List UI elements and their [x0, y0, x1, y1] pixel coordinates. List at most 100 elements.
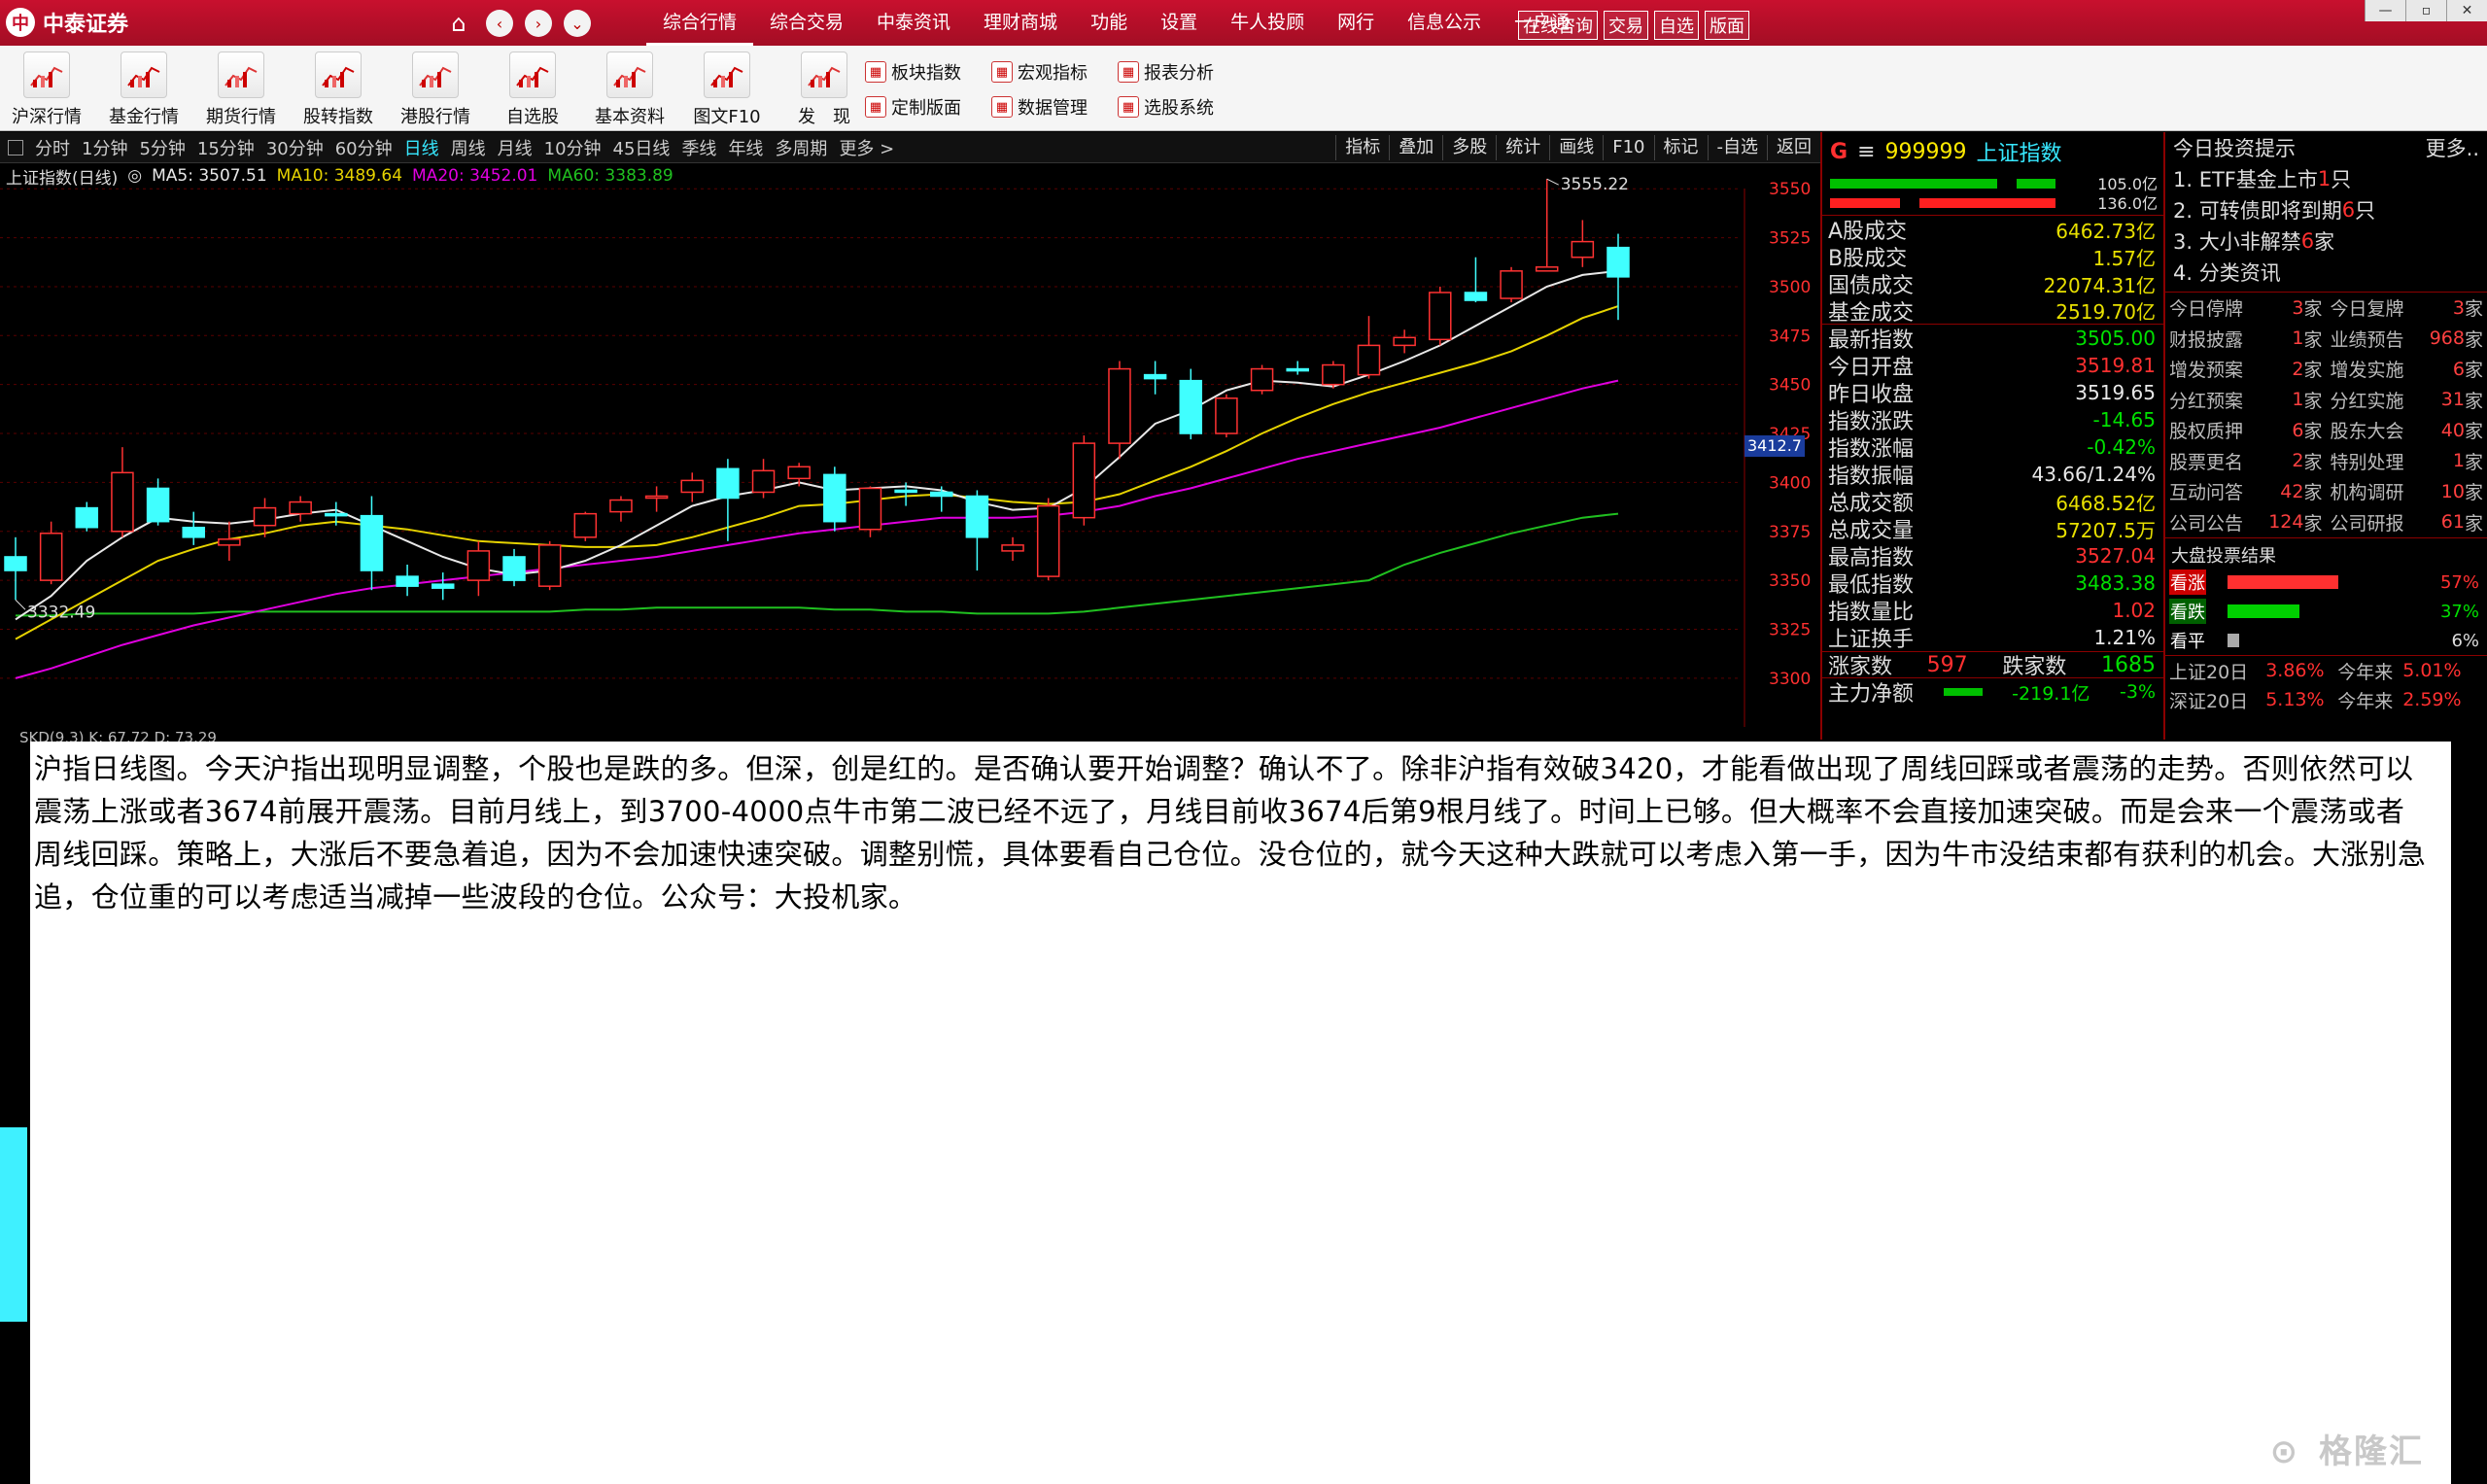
forward-icon[interactable]: › — [525, 10, 552, 37]
candle[interactable] — [609, 496, 633, 522]
candle[interactable] — [1464, 257, 1488, 303]
toolbar-button-3[interactable]: 股转指数 — [290, 52, 387, 129]
candle[interactable] — [1143, 361, 1167, 395]
candle[interactable] — [1179, 368, 1203, 440]
candle[interactable] — [146, 478, 170, 526]
candle[interactable] — [182, 511, 205, 545]
candle[interactable] — [360, 496, 384, 591]
stat-item-14[interactable]: 公司公告 124 家 — [2165, 507, 2327, 538]
back-icon[interactable]: ‹ — [486, 10, 513, 37]
toolbar-link-4[interactable]: ▦ 数据管理 — [991, 94, 1088, 120]
toolbar-link-5[interactable]: ▦ 选股系统 — [1118, 94, 1214, 120]
stat-item-2[interactable]: 财报披露 1 家 — [2165, 324, 2327, 355]
stat-item-9[interactable]: 股东大会 40 家 — [2327, 415, 2487, 446]
panel-toggle-icon[interactable] — [8, 140, 23, 155]
candle[interactable] — [1036, 498, 1060, 581]
menu-item-1[interactable]: 综合交易 — [753, 0, 860, 46]
stat-item-6[interactable]: 分红预案 1 家 — [2165, 385, 2327, 416]
toolbar-link-0[interactable]: ▦ 板块指数 — [865, 59, 961, 85]
candle[interactable] — [1500, 266, 1523, 303]
candle[interactable] — [1429, 286, 1452, 346]
candle[interactable] — [396, 565, 419, 597]
maximize-button[interactable]: ▫ — [2405, 0, 2446, 21]
chart-tool-6[interactable]: 标记 — [1653, 135, 1708, 160]
candle[interactable] — [751, 459, 776, 499]
quick-button-3[interactable]: 版面 — [1705, 11, 1749, 40]
stat-item-13[interactable]: 机构调研 10 家 — [2327, 476, 2487, 507]
period-tab-3[interactable]: 15分钟 — [191, 135, 260, 160]
stat-item-12[interactable]: 互动问答 42 家 — [2165, 476, 2327, 507]
tip-item-1[interactable]: 2. 可转债即将到期 6 只 — [2165, 194, 2487, 225]
candle[interactable] — [1001, 536, 1024, 561]
toolbar-button-1[interactable]: 基金行情 — [95, 52, 192, 129]
period-tab-9[interactable]: 10分钟 — [538, 135, 607, 160]
candle[interactable] — [858, 486, 882, 537]
home-icon[interactable]: ⌂ — [445, 10, 472, 37]
candle[interactable] — [218, 521, 241, 561]
candle[interactable] — [823, 466, 846, 532]
chart-tool-2[interactable]: 多股 — [1442, 135, 1496, 160]
stat-item-5[interactable]: 增发实施 6 家 — [2327, 354, 2487, 385]
dropdown-icon[interactable]: ⌄ — [564, 10, 591, 37]
toolbar-button-4[interactable]: 港股行情 — [387, 52, 484, 129]
candle[interactable] — [431, 572, 455, 601]
stat-item-7[interactable]: 分红实施 31 家 — [2327, 385, 2487, 416]
toolbar-button-7[interactable]: 图文F10 — [678, 52, 776, 129]
toolbar-button-0[interactable]: 沪深行情 — [0, 52, 95, 129]
toolbar-link-3[interactable]: ▦ 定制版面 — [865, 94, 961, 120]
chart-tool-8[interactable]: 返回 — [1767, 135, 1820, 160]
candle[interactable] — [111, 447, 134, 537]
minimize-button[interactable]: — — [2365, 0, 2405, 21]
candle[interactable] — [1286, 361, 1309, 375]
stat-item-8[interactable]: 股权质押 6 家 — [2165, 415, 2327, 446]
menu-item-7[interactable]: 网行 — [1321, 0, 1391, 46]
close-button[interactable]: ✕ — [2446, 0, 2487, 21]
candle[interactable] — [965, 490, 989, 571]
chart-tool-1[interactable]: 叠加 — [1389, 135, 1442, 160]
chart-tool-0[interactable]: 指标 — [1335, 135, 1389, 160]
chart-tool-3[interactable]: 统计 — [1496, 135, 1549, 160]
toolbar-button-2[interactable]: 期货行情 — [192, 52, 290, 129]
candle[interactable] — [573, 511, 598, 541]
period-tab-8[interactable]: 月线 — [492, 135, 538, 160]
period-tab-5[interactable]: 60分钟 — [329, 135, 398, 160]
period-tab-0[interactable]: 分时 — [29, 135, 76, 160]
toolbar-button-6[interactable]: 基本资料 — [581, 52, 678, 129]
legend-toggle-icon[interactable]: ◎ — [127, 166, 142, 186]
period-tab-13[interactable]: 多周期 — [769, 135, 833, 160]
menu-item-4[interactable]: 功能 — [1074, 0, 1144, 46]
kline-chart-panel[interactable]: 3300332533503375340034253450347535003525… — [0, 163, 1820, 731]
period-tab-11[interactable]: 季线 — [675, 135, 722, 160]
period-tab-14[interactable]: 更多 > — [833, 135, 900, 160]
period-tab-10[interactable]: 45日线 — [607, 135, 676, 160]
chart-tool-5[interactable]: F10 — [1603, 135, 1653, 160]
quick-button-1[interactable]: 交易 — [1604, 11, 1648, 40]
candle[interactable] — [1215, 394, 1238, 438]
menu-item-0[interactable]: 综合行情 — [646, 0, 754, 46]
stat-item-11[interactable]: 特别处理 1 家 — [2327, 446, 2487, 477]
tip-item-3[interactable]: 4. 分类资讯 — [2165, 257, 2487, 288]
stat-item-0[interactable]: 今日停牌 3 家 — [2165, 293, 2327, 324]
menu-item-6[interactable]: 牛人投顾 — [1214, 0, 1321, 46]
stat-item-15[interactable]: 公司研报 61 家 — [2327, 507, 2487, 538]
menu-item-8[interactable]: 信息公示 — [1391, 0, 1498, 46]
period-tab-2[interactable]: 5分钟 — [133, 135, 190, 160]
quick-button-0[interactable]: 在线咨询 — [1518, 11, 1598, 40]
candle[interactable] — [1072, 435, 1096, 526]
candle[interactable] — [1108, 361, 1131, 460]
period-tab-1[interactable]: 1分钟 — [76, 135, 133, 160]
period-tab-12[interactable]: 年线 — [722, 135, 769, 160]
tip-item-2[interactable]: 3. 大小非解禁 6 家 — [2165, 225, 2487, 257]
tips-more-link[interactable]: 更多.. — [2426, 133, 2479, 162]
candle[interactable] — [4, 536, 27, 601]
stat-item-1[interactable]: 今日复牌 3 家 — [2327, 293, 2487, 324]
candle[interactable] — [680, 472, 704, 502]
quick-button-2[interactable]: 自选 — [1654, 11, 1699, 40]
toolbar-button-5[interactable]: 自选股 — [484, 52, 581, 129]
candle[interactable] — [1571, 220, 1595, 267]
toolbar-link-1[interactable]: ▦ 宏观指标 — [991, 59, 1088, 85]
period-tab-4[interactable]: 30分钟 — [260, 135, 329, 160]
kline-chart[interactable]: 3300332533503375340034253450347535003525… — [0, 163, 1820, 731]
toolbar-link-2[interactable]: ▦ 报表分析 — [1118, 59, 1214, 85]
menu-item-5[interactable]: 设置 — [1144, 0, 1214, 46]
